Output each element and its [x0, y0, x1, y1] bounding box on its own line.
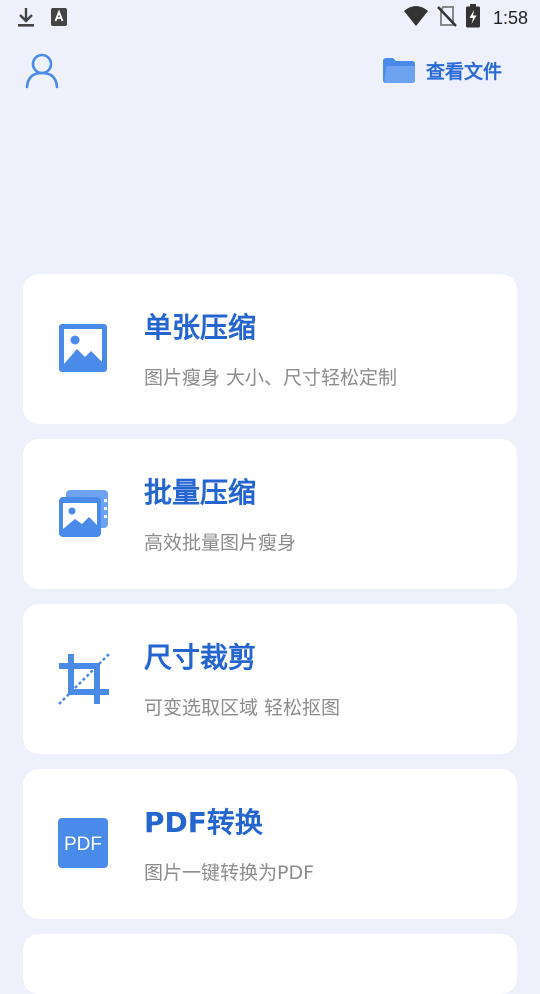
image-icon [57, 322, 109, 374]
card-pdf-convert[interactable]: PDF PDF转换 图片一键转换为PDF [23, 769, 517, 919]
folder-icon [382, 58, 415, 83]
card-batch-compress[interactable]: 批量压缩 高效批量图片瘦身 [23, 439, 517, 589]
view-files-label: 查看文件 [425, 60, 502, 83]
card-title: 批量压缩 [144, 476, 257, 509]
view-files-button[interactable]: 查看文件 [382, 56, 502, 84]
wifi-icon [403, 5, 429, 31]
user-profile-button[interactable] [22, 50, 62, 90]
batch-images-icon [57, 487, 109, 539]
card-single-compress[interactable]: 单张压缩 图片瘦身 大小、尺寸轻松定制 [23, 274, 517, 424]
card-title: 单张压缩 [144, 311, 257, 344]
pdf-icon-label: PDF [64, 834, 102, 855]
crop-icon [57, 652, 110, 705]
status-bar: 1:58 [0, 0, 540, 36]
keyboard-a-icon [50, 7, 68, 31]
pdf-icon: PDF [57, 817, 109, 869]
card-partial[interactable] [23, 934, 517, 994]
card-subtitle: 可变选取区域 轻松抠图 [144, 697, 341, 719]
no-sim-icon [437, 5, 457, 31]
card-subtitle: 高效批量图片瘦身 [144, 532, 297, 554]
user-icon [25, 53, 59, 89]
card-title: PDF转换 [144, 806, 263, 839]
card-title: 尺寸裁剪 [144, 641, 257, 674]
card-size-crop[interactable]: 尺寸裁剪 可变选取区域 轻松抠图 [23, 604, 517, 754]
card-subtitle: 图片瘦身 大小、尺寸轻松定制 [144, 367, 398, 389]
battery-charging-icon [465, 4, 481, 32]
card-subtitle: 图片一键转换为PDF [144, 862, 315, 884]
status-time: 1:58 [492, 7, 528, 28]
status-left-icons [16, 6, 68, 32]
download-icon [16, 6, 36, 32]
status-right-icons: 1:58 [403, 4, 528, 32]
